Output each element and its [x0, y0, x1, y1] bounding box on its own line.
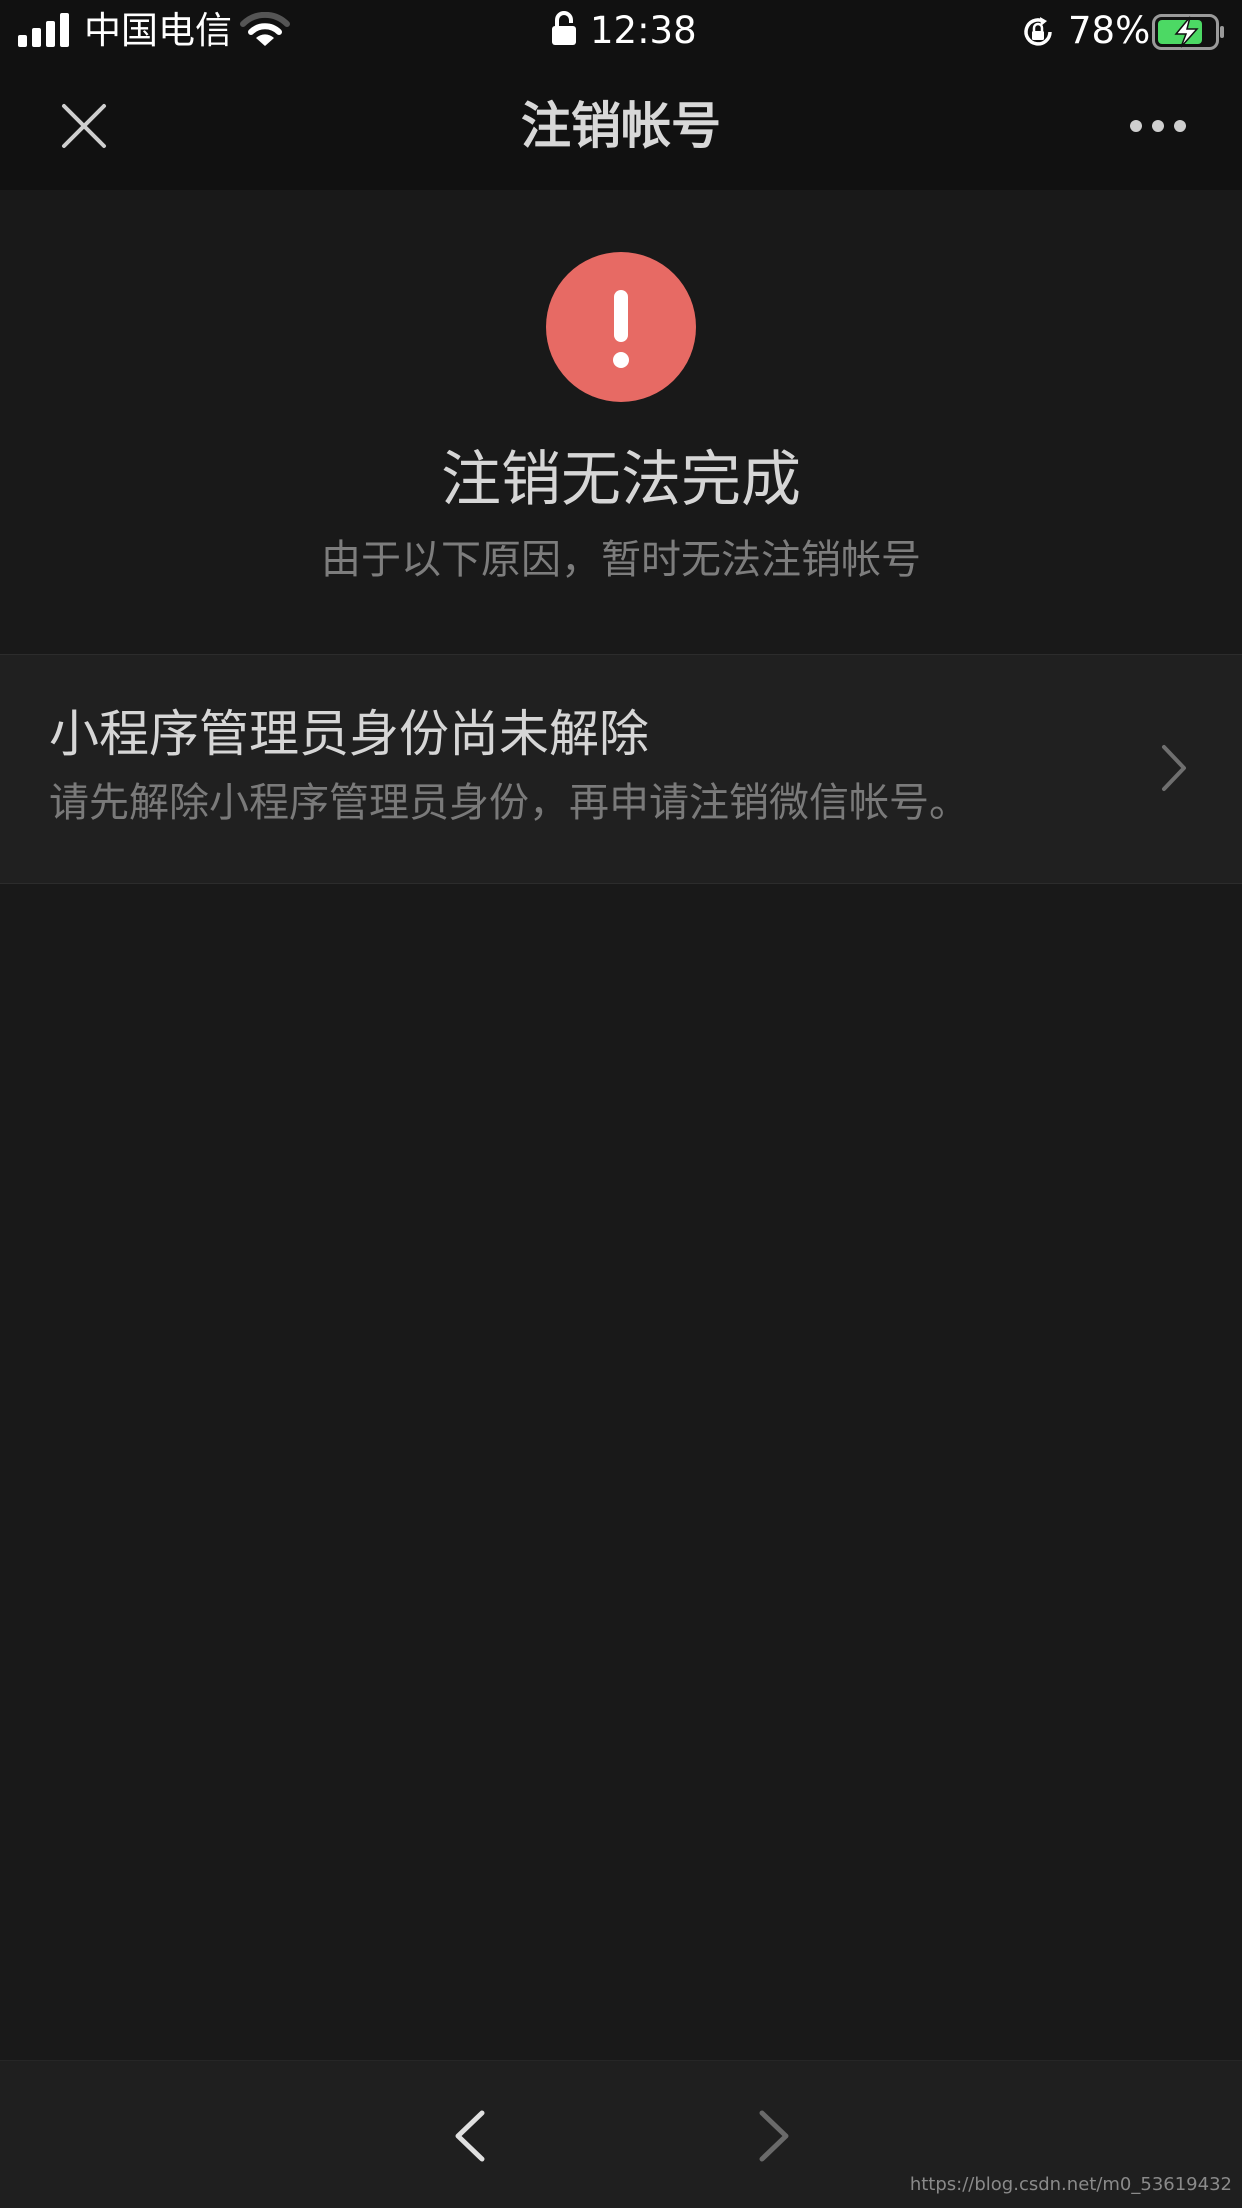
- chevron-right-icon: [1162, 745, 1186, 791]
- carrier-name: 中国电信: [84, 9, 232, 52]
- back-arrow-icon[interactable]: [452, 2109, 488, 2163]
- page-title: 注销帐号: [521, 97, 721, 155]
- result-description: 由于以下原因，暂时无法注销帐号: [321, 537, 921, 583]
- result-title: 注销无法完成: [441, 445, 801, 515]
- reason-cell[interactable]: 小程序管理员身份尚未解除 请先解除小程序管理员身份，再申请注销微信帐号。: [0, 654, 1242, 884]
- nav-bar: 注销帐号: [0, 62, 1242, 190]
- warning-icon: [546, 252, 696, 402]
- lock-icon: [552, 11, 576, 45]
- signal-icon: [18, 13, 69, 47]
- status-time: 12:38: [590, 9, 697, 52]
- more-icon[interactable]: [1128, 116, 1188, 136]
- battery-percent: 78%: [1068, 9, 1151, 52]
- reason-description: 请先解除小程序管理员身份，再申请注销微信帐号。: [49, 780, 969, 826]
- rotation-lock-icon: [1024, 17, 1052, 46]
- watermark: https://blog.csdn.net/m0_53619432: [909, 2174, 1232, 2195]
- reason-title: 小程序管理员身份尚未解除: [49, 705, 649, 763]
- battery-charging-icon: [1152, 14, 1224, 50]
- forward-arrow-icon[interactable]: [756, 2109, 792, 2163]
- wifi-icon: [240, 12, 290, 46]
- status-bar: 中国电信 12:38 78%: [0, 0, 1242, 62]
